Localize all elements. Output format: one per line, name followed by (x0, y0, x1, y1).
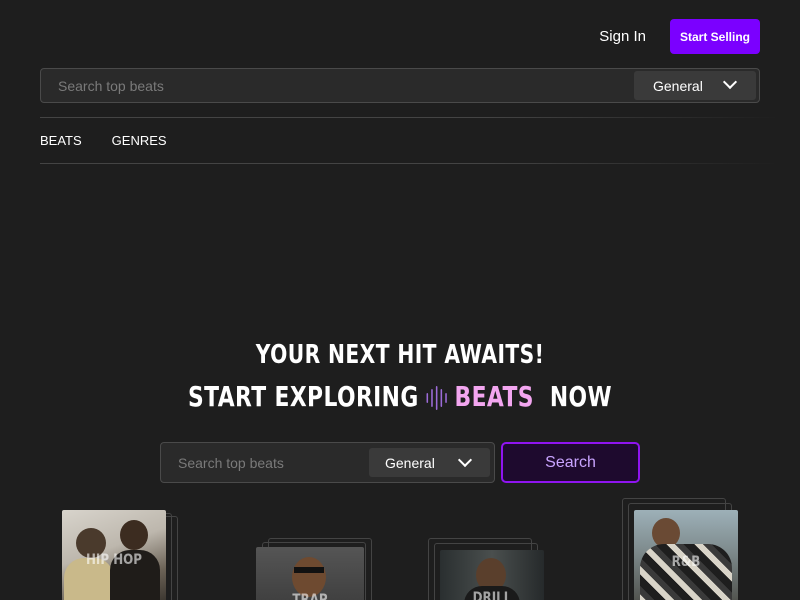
hero-title: YOUR NEXT HIT AWAITS! (255, 340, 545, 370)
header-category-select[interactable]: General (634, 71, 756, 100)
header-category-value: General (653, 77, 703, 94)
header-search-bar: General (40, 68, 760, 103)
hero-highlight: BEATS (454, 380, 534, 413)
genre-card-hip-hop[interactable]: HIP HOP (60, 510, 180, 600)
main-category-value: General (385, 454, 435, 471)
hero-subtitle-prefix: START EXPLORING (188, 380, 419, 413)
main-search-bar: General (160, 442, 495, 483)
main-nav: BEATS GENRES (40, 133, 167, 148)
nav-item-genres[interactable]: GENRES (112, 133, 167, 148)
genre-card-drill[interactable]: DRILL (428, 538, 548, 600)
nav-item-beats[interactable]: BEATS (40, 133, 82, 148)
sign-in-link[interactable]: Sign In (599, 28, 646, 45)
genre-label: HIP HOP (85, 552, 143, 568)
hero-subtitle-suffix: NOW (549, 380, 612, 413)
header-search-input[interactable] (41, 69, 631, 102)
genre-label: DRILL (472, 590, 512, 600)
chevron-down-icon (722, 74, 738, 90)
hero-subtitle: START EXPLORING BEATS NOW (88, 380, 712, 413)
genre-label: TRAP (292, 592, 328, 600)
genre-card-trap[interactable]: TRAP (256, 538, 376, 600)
genre-card-rnb[interactable]: R&B (622, 498, 742, 600)
genre-label: R&B (671, 554, 701, 570)
divider (40, 117, 780, 118)
main-search-input[interactable] (161, 443, 366, 482)
search-button[interactable]: Search (501, 442, 640, 483)
main-category-select[interactable]: General (369, 448, 490, 477)
soundwave-icon (426, 384, 447, 412)
start-selling-button[interactable]: Start Selling (670, 19, 760, 54)
divider (40, 163, 780, 164)
top-bar: Sign In Start Selling (599, 19, 760, 54)
chevron-down-icon (457, 452, 473, 468)
